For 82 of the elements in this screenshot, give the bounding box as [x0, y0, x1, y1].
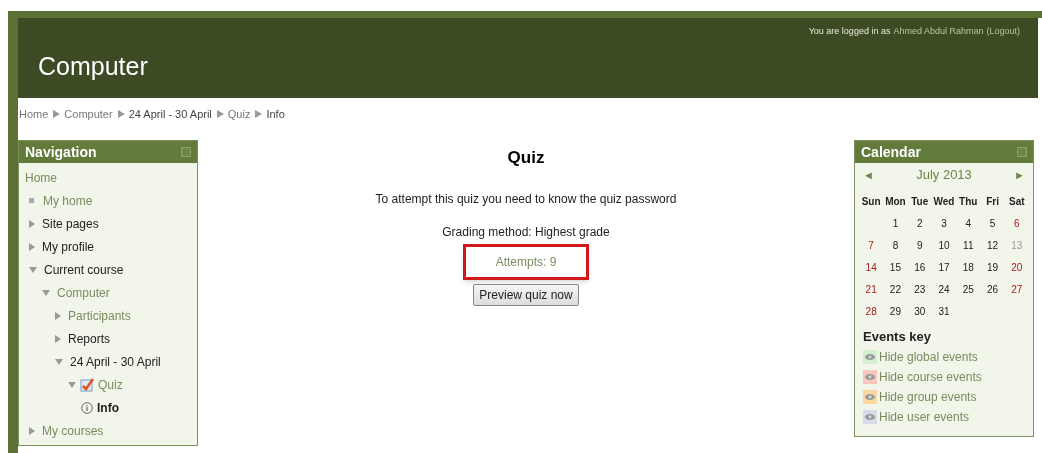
nav-item[interactable]: Site pages — [42, 214, 99, 233]
events-link[interactable]: Hide user events — [879, 407, 970, 426]
breadcrumb-link[interactable]: Quiz — [227, 105, 251, 123]
nav-item[interactable]: Current course — [44, 260, 124, 279]
user-link[interactable]: Ahmed Abdul Rahman — [893, 25, 984, 98]
calendar-day: 30 — [907, 301, 932, 323]
events-key-title: Events key — [862, 328, 932, 346]
attempts-count: Attempts: 9 — [462, 243, 590, 280]
calendar-day: 24 — [931, 279, 957, 301]
calendar-day: 4 — [956, 213, 981, 235]
weekday-label: Sat — [1008, 195, 1026, 209]
nav-item[interactable]: 24 April - 30 April — [70, 352, 161, 371]
previous-month-link[interactable]: ◄ — [863, 166, 874, 184]
calendar-day: 1 — [883, 213, 908, 235]
nav-item[interactable]: Quiz — [98, 375, 123, 394]
page-heading: Quiz — [507, 147, 545, 169]
calendar-day: 19 — [980, 257, 1005, 279]
calendar-day: 26 — [980, 279, 1005, 301]
breadcrumb-link[interactable]: Computer — [64, 105, 113, 123]
nav-item[interactable]: Home — [25, 168, 57, 187]
calendar-day: 11 — [956, 235, 981, 257]
password-note: To attempt this quiz you need to know the quiz password — [375, 190, 677, 208]
calendar-day: 29 — [883, 301, 908, 323]
calendar-day: 25 — [956, 279, 981, 301]
block-title: Calendar — [861, 142, 921, 162]
nav-item[interactable]: Computer — [57, 283, 110, 302]
calendar-day: 8 — [883, 235, 908, 257]
calendar-day: 27 — [1004, 279, 1029, 301]
calendar-day: 14 — [859, 257, 884, 279]
month-title: July 2013 — [916, 166, 972, 185]
weekday-label: Thu — [958, 195, 979, 209]
calendar-day: 12 — [980, 235, 1005, 257]
nav-item[interactable]: Info — [97, 398, 119, 417]
separator-icon — [116, 110, 125, 118]
calendar-day: 15 — [883, 257, 908, 279]
calendar-day: 21 — [859, 279, 884, 301]
calendar-day: 13 — [1004, 235, 1029, 257]
weekday-label: Sun — [860, 195, 882, 209]
nav-item[interactable]: Reports — [68, 329, 111, 348]
info-icon — [81, 401, 93, 414]
weekday-label: Wed — [932, 195, 956, 209]
events-link[interactable]: Hide group events — [879, 387, 977, 406]
bullet-icon — [29, 198, 34, 203]
calendar-day: 18 — [956, 257, 981, 279]
calendar-day: 10 — [931, 235, 957, 257]
separator-icon — [254, 110, 263, 118]
block-title: Navigation — [25, 142, 97, 162]
nav-item[interactable]: Participants — [68, 306, 131, 325]
grading-method: Grading method: Highest grade — [442, 223, 610, 241]
calendar-day: 5 — [980, 213, 1005, 235]
events-link[interactable]: Hide course events — [879, 367, 982, 386]
separator-icon — [215, 110, 224, 118]
calendar-day: 31 — [931, 301, 957, 323]
nav-item[interactable]: My home — [43, 191, 93, 210]
calendar-day: 20 — [1004, 257, 1029, 279]
separator-icon — [52, 110, 61, 118]
calendar-day: 3 — [931, 213, 957, 235]
calendar-day: 22 — [883, 279, 908, 301]
calendar-day: 16 — [907, 257, 932, 279]
site-title[interactable]: Computer — [36, 18, 148, 98]
login-text: You are logged in as — [808, 25, 891, 38]
calendar-day: 6 — [1004, 213, 1029, 235]
breadcrumb-link[interactable]: 24 April - 30 April — [128, 105, 212, 123]
calendar-day: 23 — [907, 279, 932, 301]
nav-item[interactable]: My profile — [42, 237, 94, 256]
checkbox-icon — [80, 377, 94, 392]
collapse-icon[interactable] — [1017, 147, 1027, 157]
calendar-day: 7 — [859, 235, 884, 257]
weekday-label: Fri — [985, 195, 1000, 209]
calendar-day: 2 — [907, 213, 932, 235]
next-month-link[interactable]: ► — [1014, 166, 1025, 184]
calendar-day: 9 — [907, 235, 932, 257]
calendar-day: 17 — [931, 257, 957, 279]
collapse-icon[interactable] — [181, 147, 191, 157]
logout-link[interactable]: (Logout) — [986, 25, 1020, 98]
calendar-day: 28 — [859, 301, 884, 323]
weekday-label: Mon — [884, 195, 907, 209]
preview-button[interactable]: Preview quiz now — [473, 283, 579, 306]
events-link[interactable]: Hide global events — [879, 347, 978, 366]
nav-item[interactable]: My courses — [42, 421, 104, 440]
weekday-label: Tue — [910, 195, 930, 209]
breadcrumb-link[interactable]: Home — [19, 105, 49, 123]
